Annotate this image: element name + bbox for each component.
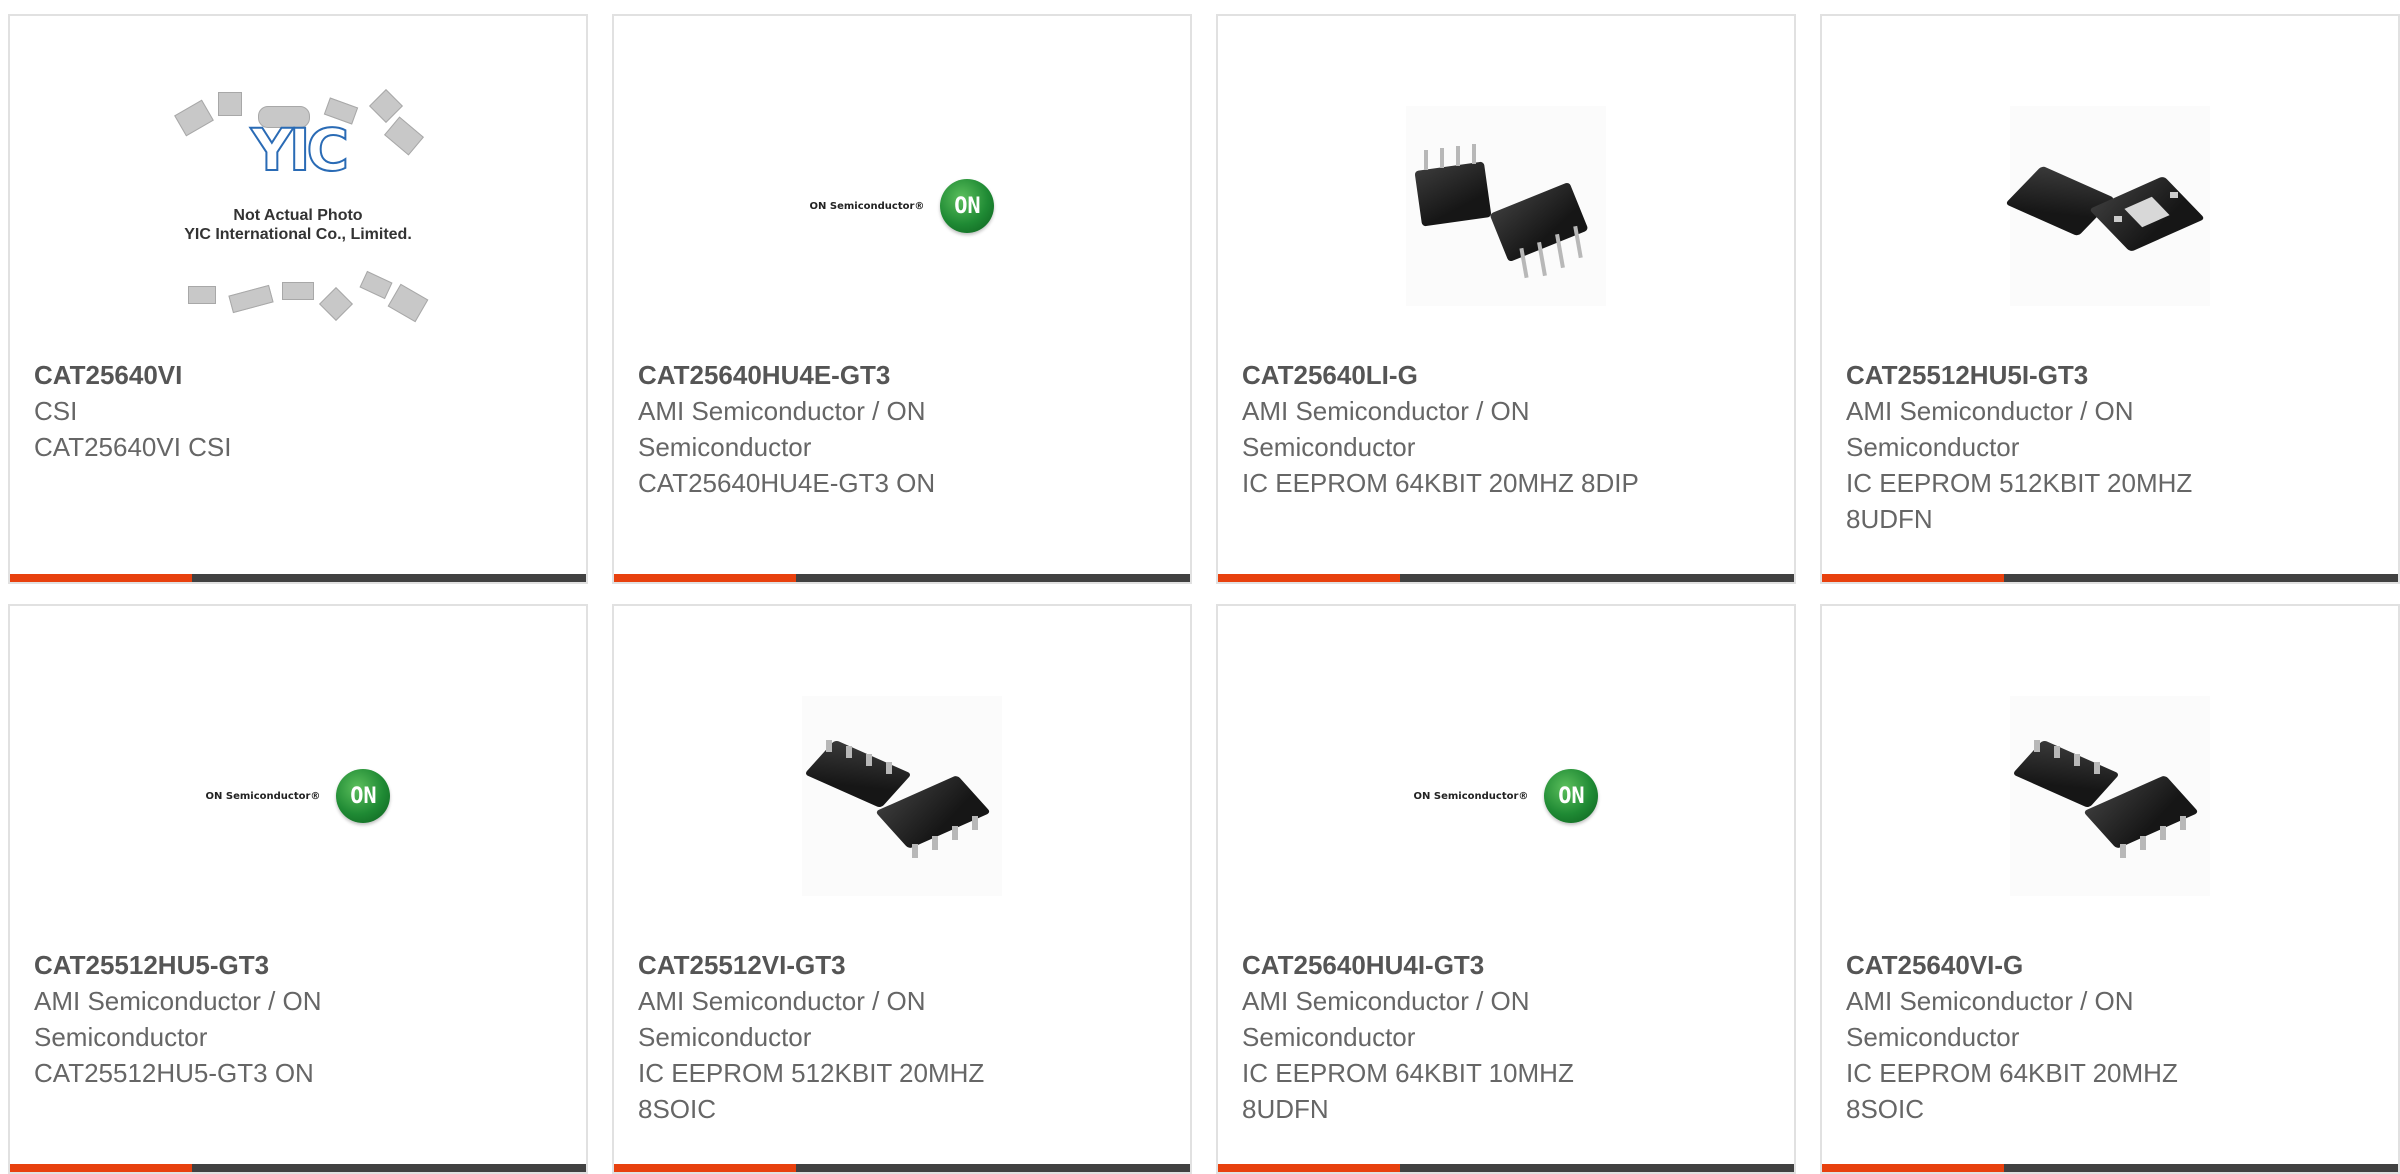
product-info: CAT25512HU5I-GT3 AMI Semiconductor / ON …	[1846, 357, 2246, 537]
card-bottom-bar	[1218, 574, 1794, 582]
card-bottom-bar	[10, 1164, 586, 1172]
product-card[interactable]: CAT25640VI-G AMI Semiconductor / ON Semi…	[1820, 604, 2400, 1174]
part-number-link[interactable]: CAT25512VI-GT3	[638, 947, 1038, 983]
part-number-link[interactable]: CAT25640LI-G	[1242, 357, 1642, 393]
part-number-link[interactable]: CAT25640HU4E-GT3	[638, 357, 1038, 393]
product-info: CAT25512HU5-GT3 AMI Semiconductor / ON S…	[34, 947, 434, 1091]
manufacturer: AMI Semiconductor / ON Semiconductor	[638, 396, 926, 462]
product-card[interactable]: ON Semiconductor® ON CAT25640HU4I-GT3 AM…	[1216, 604, 1796, 1174]
manufacturer: CSI	[34, 396, 78, 426]
on-semiconductor-logo: ON Semiconductor® ON	[1414, 769, 1599, 823]
chip-icon	[387, 283, 429, 323]
manufacturer: AMI Semiconductor / ON Semiconductor	[1242, 396, 1530, 462]
chip-icon	[319, 287, 353, 321]
description: IC EEPROM 512KBIT 20MHZ 8UDFN	[1846, 468, 2193, 534]
card-accent	[614, 574, 796, 582]
on-semiconductor-logo: ON Semiconductor® ON	[810, 179, 995, 233]
soic-package-photo	[2010, 696, 2210, 896]
chip-icon	[188, 286, 216, 304]
card-accent	[1218, 1164, 1400, 1172]
on-semiconductor-logo: ON Semiconductor® ON	[206, 769, 391, 823]
on-brand-text: ON Semiconductor®	[1413, 790, 1529, 802]
manufacturer: AMI Semiconductor / ON Semiconductor	[1846, 396, 2134, 462]
card-bottom-bar	[1218, 1164, 1794, 1172]
chip-icon	[218, 92, 242, 116]
card-bottom-bar	[10, 574, 586, 582]
description: IC EEPROM 64KBIT 20MHZ 8DIP	[1242, 468, 1639, 498]
product-grid: YIC Not Actual Photo YIC International C…	[8, 14, 2400, 1174]
image-note-line2: YIC International Co., Limited.	[184, 226, 412, 243]
dip-package-photo	[1406, 106, 1606, 306]
soic-package-photo	[802, 696, 1002, 896]
card-bottom-bar	[614, 1164, 1190, 1172]
chip-icon	[282, 282, 314, 300]
card-accent	[1218, 574, 1400, 582]
card-accent	[10, 1164, 192, 1172]
on-badge-icon: ON	[336, 769, 391, 823]
product-image[interactable]	[1822, 666, 2398, 926]
manufacturer: AMI Semiconductor / ON Semiconductor	[638, 986, 926, 1052]
chip-icon	[359, 270, 393, 300]
product-image[interactable]	[1218, 76, 1794, 336]
yic-placeholder-image: YIC Not Actual Photo YIC International C…	[148, 76, 448, 336]
product-image[interactable]	[1822, 76, 2398, 336]
card-bottom-bar	[614, 574, 1190, 582]
product-card[interactable]: YIC Not Actual Photo YIC International C…	[8, 14, 588, 584]
part-number-link[interactable]: CAT25640VI	[34, 357, 434, 393]
udfn-package-photo	[2004, 106, 2210, 306]
card-accent	[10, 574, 192, 582]
manufacturer: AMI Semiconductor / ON Semiconductor	[1242, 986, 1530, 1052]
chip-icon	[2012, 739, 2120, 809]
card-accent	[1822, 574, 2004, 582]
part-number-link[interactable]: CAT25512HU5I-GT3	[1846, 357, 2246, 393]
product-info: CAT25640HU4E-GT3 AMI Semiconductor / ON …	[638, 357, 1038, 501]
product-info: CAT25640HU4I-GT3 AMI Semiconductor / ON …	[1242, 947, 1642, 1127]
description: CAT25640VI CSI	[34, 432, 232, 462]
product-image[interactable]: ON Semiconductor® ON	[1218, 666, 1794, 926]
product-image[interactable]	[614, 666, 1190, 926]
product-info: CAT25512VI-GT3 AMI Semiconductor / ON Se…	[638, 947, 1038, 1127]
on-badge-icon: ON	[940, 179, 995, 233]
on-brand-text: ON Semiconductor®	[809, 200, 925, 212]
product-card[interactable]: ON Semiconductor® ON CAT25512HU5-GT3 AMI…	[8, 604, 588, 1174]
part-number-link[interactable]: CAT25512HU5-GT3	[34, 947, 434, 983]
description: IC EEPROM 64KBIT 20MHZ 8SOIC	[1846, 1058, 2178, 1124]
product-card[interactable]: ON Semiconductor® ON CAT25640HU4E-GT3 AM…	[612, 14, 1192, 584]
image-note-line1: Not Actual Photo	[233, 207, 363, 224]
chip-icon	[2004, 165, 2116, 237]
product-image[interactable]: YIC Not Actual Photo YIC International C…	[10, 76, 586, 336]
on-brand-text: ON Semiconductor®	[205, 790, 321, 802]
description: IC EEPROM 64KBIT 10MHZ 8UDFN	[1242, 1058, 1574, 1124]
description: CAT25512HU5-GT3 ON	[34, 1058, 314, 1088]
chip-icon	[804, 739, 912, 809]
card-accent	[614, 1164, 796, 1172]
product-card[interactable]: CAT25640LI-G AMI Semiconductor / ON Semi…	[1216, 14, 1796, 584]
product-card[interactable]: CAT25512HU5I-GT3 AMI Semiconductor / ON …	[1820, 14, 2400, 584]
description: CAT25640HU4E-GT3 ON	[638, 468, 936, 498]
product-image[interactable]: ON Semiconductor® ON	[614, 76, 1190, 336]
product-info: CAT25640LI-G AMI Semiconductor / ON Semi…	[1242, 357, 1642, 501]
part-number-link[interactable]: CAT25640HU4I-GT3	[1242, 947, 1642, 983]
product-info: CAT25640VI CSI CAT25640VI CSI	[34, 357, 434, 465]
product-card[interactable]: CAT25512VI-GT3 AMI Semiconductor / ON Se…	[612, 604, 1192, 1174]
product-image[interactable]: ON Semiconductor® ON	[10, 666, 586, 926]
manufacturer: AMI Semiconductor / ON Semiconductor	[1846, 986, 2134, 1052]
chip-icon	[1414, 161, 1492, 227]
manufacturer: AMI Semiconductor / ON Semiconductor	[34, 986, 322, 1052]
card-bottom-bar	[1822, 1164, 2398, 1172]
description: IC EEPROM 512KBIT 20MHZ 8SOIC	[638, 1058, 985, 1124]
card-accent	[1822, 1164, 2004, 1172]
part-number-link[interactable]: CAT25640VI-G	[1846, 947, 2246, 983]
product-info: CAT25640VI-G AMI Semiconductor / ON Semi…	[1846, 947, 2246, 1127]
on-badge-icon: ON	[1544, 769, 1599, 823]
card-bottom-bar	[1822, 574, 2398, 582]
yic-logo: YIC	[250, 115, 350, 185]
chip-icon	[228, 284, 274, 314]
